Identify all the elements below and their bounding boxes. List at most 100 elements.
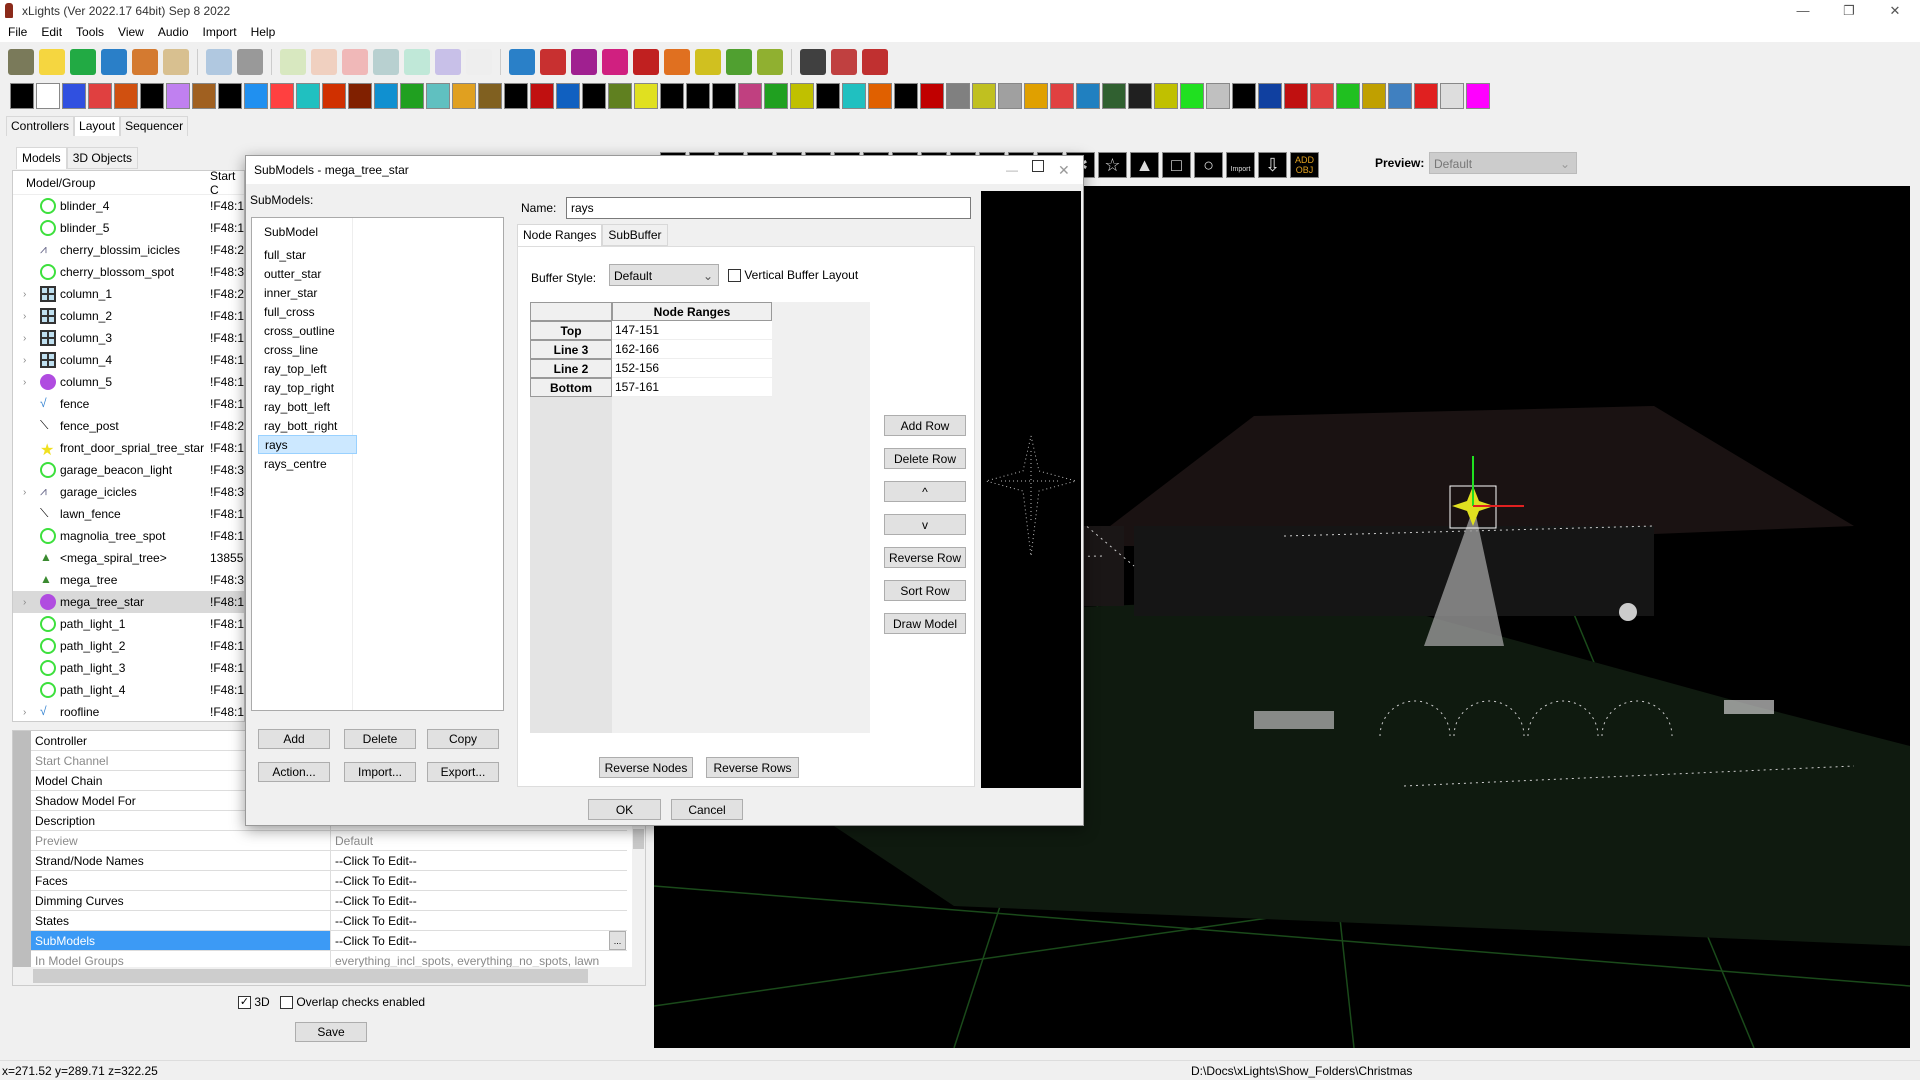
tab-controllers[interactable]: Controllers <box>6 116 75 136</box>
export-icon[interactable] <box>862 49 888 75</box>
effect-33-icon[interactable] <box>868 83 892 109</box>
effect-47-icon[interactable] <box>1232 83 1256 109</box>
tree-icon[interactable]: ▲ <box>1130 152 1159 178</box>
property-value[interactable]: Default <box>331 834 373 848</box>
menu-view[interactable]: View <box>118 25 144 39</box>
side-button-2[interactable]: ^ <box>884 481 966 502</box>
menu-file[interactable]: File <box>8 25 27 39</box>
property-value[interactable]: --Click To Edit-- <box>331 874 417 888</box>
effect-11-icon[interactable] <box>296 83 320 109</box>
submodel-item[interactable]: cross_outline <box>258 321 357 340</box>
zoom-in-icon[interactable] <box>800 49 826 75</box>
expand-icon[interactable]: › <box>23 707 26 718</box>
effect-6-icon[interactable] <box>166 83 190 109</box>
submodel-item[interactable]: full_star <box>258 245 357 264</box>
effect-4-icon[interactable] <box>114 83 138 109</box>
effect-9-icon[interactable] <box>244 83 268 109</box>
grid-row-value[interactable]: 157-161 <box>612 378 772 397</box>
effect-24-icon[interactable] <box>634 83 658 109</box>
wand-icon[interactable] <box>757 49 783 75</box>
side-button-1[interactable]: Delete Row <box>884 448 966 469</box>
effect-37-icon[interactable] <box>972 83 996 109</box>
open-folder-icon[interactable] <box>8 49 34 75</box>
tab-node-ranges[interactable]: Node Ranges <box>517 224 603 246</box>
ok-button[interactable]: OK <box>588 799 661 820</box>
grid-row-label[interactable]: Line 2 <box>530 359 612 378</box>
menu-tools[interactable]: Tools <box>76 25 104 39</box>
effect-19-icon[interactable] <box>504 83 528 109</box>
sparkle-icon[interactable] <box>726 49 752 75</box>
model-list[interactable]: Model/Group Start C blinder_4!F48:15blin… <box>12 170 245 722</box>
add-submodel-button[interactable]: Add <box>258 729 330 749</box>
new-file-icon[interactable] <box>39 49 65 75</box>
submodel-item[interactable]: ray_top_right <box>258 378 357 397</box>
model-row[interactable]: path_light_2 !F48:11 <box>13 635 244 657</box>
check-3d[interactable]: ✓ 3D <box>238 995 270 1010</box>
triangle-icon[interactable] <box>633 49 659 75</box>
fast-forward-icon[interactable] <box>404 49 430 75</box>
expand-icon[interactable]: › <box>23 597 26 608</box>
effect-48-icon[interactable] <box>1258 83 1282 109</box>
reverse-nodes-button[interactable]: Reverse Nodes <box>599 757 693 778</box>
palette-icon[interactable] <box>163 49 189 75</box>
submodel-item[interactable]: outter_star <box>258 264 357 283</box>
model-row[interactable]: ⟍ lawn_fence !F48:1 ( <box>13 503 244 525</box>
model-row[interactable]: › column_5 !F48:12 <box>13 371 244 393</box>
effect-14-icon[interactable] <box>374 83 398 109</box>
copy-submodel-button[interactable]: Copy <box>427 729 499 749</box>
gear-icon[interactable] <box>509 49 535 75</box>
name-input[interactable] <box>566 197 971 219</box>
tab-models[interactable]: Models <box>16 147 67 169</box>
expand-icon[interactable]: › <box>23 377 26 388</box>
submodel-item[interactable]: cross_line <box>258 340 357 359</box>
effect-31-icon[interactable] <box>816 83 840 109</box>
house-icon[interactable] <box>664 49 690 75</box>
effect-41-icon[interactable] <box>1076 83 1100 109</box>
effect-18-icon[interactable] <box>478 83 502 109</box>
property-value[interactable]: --Click To Edit-- <box>331 934 417 948</box>
menu-edit[interactable]: Edit <box>41 25 62 39</box>
side-button-5[interactable]: Sort Row <box>884 580 966 601</box>
effect-56-icon[interactable] <box>1466 83 1490 109</box>
expand-icon[interactable]: › <box>23 355 26 366</box>
model-row[interactable]: › ⩘ garage_icicles !F48:32 <box>13 481 244 503</box>
side-button-3[interactable]: v <box>884 514 966 535</box>
horizontal-scrollbar[interactable] <box>13 967 645 985</box>
tab-subbuffer[interactable]: SubBuffer <box>602 224 668 246</box>
model-row[interactable]: ▲ <mega_spiral_tree> 13855 <box>13 547 244 569</box>
grid-row-value[interactable]: 152-156 <box>612 359 772 378</box>
model-row[interactable]: ⟍ fence_post !F48:24 <box>13 415 244 437</box>
effect-32-icon[interactable] <box>842 83 866 109</box>
effect-42-icon[interactable] <box>1102 83 1126 109</box>
open-green-icon[interactable] <box>70 49 96 75</box>
delete-submodel-button[interactable]: Delete <box>344 729 416 749</box>
model-row[interactable]: › column_2 !F48:12 <box>13 305 244 327</box>
effect-39-icon[interactable] <box>1024 83 1048 109</box>
add-object-icon[interactable]: ADD OBJ <box>1290 152 1319 178</box>
effect-40-icon[interactable] <box>1050 83 1074 109</box>
menu-audio[interactable]: Audio <box>158 25 189 39</box>
rewind-icon[interactable] <box>373 49 399 75</box>
property-value[interactable]: --Click To Edit-- <box>331 894 417 908</box>
package-gear-icon[interactable] <box>571 49 597 75</box>
dialog-close[interactable]: ✕ <box>1058 162 1070 179</box>
effect-3-icon[interactable] <box>88 83 112 109</box>
expand-icon[interactable]: › <box>23 289 26 300</box>
menu-import[interactable]: Import <box>203 25 237 39</box>
model-row[interactable]: › mega_tree_star !F48:11 <box>13 591 244 613</box>
side-button-4[interactable]: Reverse Row <box>884 547 966 568</box>
effect-50-icon[interactable] <box>1310 83 1334 109</box>
stop-icon[interactable] <box>342 49 368 75</box>
effect-17-icon[interactable] <box>452 83 476 109</box>
model-row[interactable]: path_light_4 !F48:11 <box>13 679 244 701</box>
effect-26-icon[interactable] <box>686 83 710 109</box>
restore-button[interactable]: ❐ <box>1826 0 1872 22</box>
model-row[interactable]: ★ front_door_sprial_tree_star !F48:12 <box>13 437 244 459</box>
crayons-icon[interactable] <box>540 49 566 75</box>
property-row[interactable]: States --Click To Edit-- <box>31 911 627 931</box>
effect-10-icon[interactable] <box>270 83 294 109</box>
effect-44-icon[interactable] <box>1154 83 1178 109</box>
preview-select[interactable]: Default ⌄ <box>1429 152 1577 174</box>
model-row[interactable]: path_light_1 !F48:11 <box>13 613 244 635</box>
pause-icon[interactable] <box>311 49 337 75</box>
